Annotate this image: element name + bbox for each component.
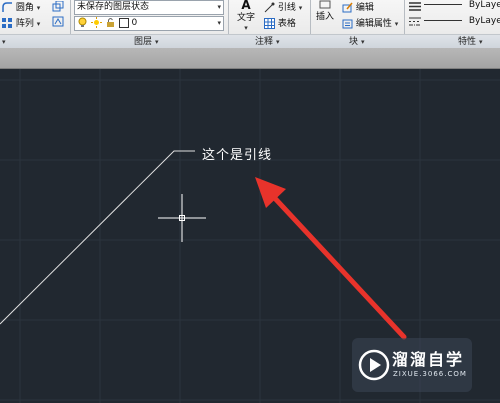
chevron-down-icon: ▾ (361, 37, 365, 46)
chevron-down-icon: ▾ (276, 37, 280, 46)
block-panel-title[interactable]: 块 ▾ (349, 35, 365, 48)
block-edit-button[interactable]: 编辑 (342, 0, 374, 13)
table-icon (264, 18, 275, 29)
line-preview (424, 20, 462, 21)
ribbon: 圆角 ▾ 阵列 ▾ 未保存的图层状态 ▾ 0 ▾ A 文字 ▾ 引线 ▾ 表格 … (0, 0, 500, 48)
edit-attributes-button[interactable]: 编辑属性 ▾ (342, 16, 398, 29)
fillet-icon (2, 2, 13, 13)
chevron-down-icon: ▾ (479, 37, 483, 46)
leader-icon (264, 2, 275, 13)
line-preview (424, 4, 462, 5)
fillet-button[interactable]: 圆角 ▾ (2, 0, 40, 13)
leader-annotation-text[interactable]: 这个是引线 (202, 144, 272, 163)
current-layer-dropdown[interactable]: 0 ▾ (74, 16, 224, 31)
chevron-down-icon[interactable]: ▾ (37, 4, 41, 12)
chevron-down-icon[interactable]: ▾ (299, 4, 303, 12)
edit-attributes-icon (342, 18, 353, 29)
insert-button[interactable]: 插入 (314, 0, 336, 22)
layer-color-swatch (118, 17, 129, 28)
properties-panel-title[interactable]: 特性 ▾ (458, 35, 483, 48)
chevron-down-icon: ▾ (155, 37, 159, 46)
red-arrow-annotation (255, 177, 407, 340)
text-button[interactable]: A 文字 ▾ (234, 0, 258, 33)
array-button[interactable]: 阵列 ▾ (2, 16, 40, 29)
lock-icon (105, 17, 116, 28)
watermark-title: 溜溜自学 (392, 350, 465, 369)
chevron-down-icon: ▾ (217, 3, 221, 11)
modify-tool-icon[interactable] (52, 0, 64, 15)
play-logo-icon (358, 349, 390, 381)
ribbon-panel-title-bar: ▾ 图层 ▾ 注释 ▾ 块 ▾ 特性 ▾ (0, 34, 500, 48)
modify-tool-icon[interactable] (52, 16, 64, 30)
chevron-down-icon[interactable]: ▾ (37, 20, 41, 28)
leader-line[interactable] (0, 150, 195, 325)
chevron-down-icon: ▾ (244, 24, 248, 32)
chevron-down-icon[interactable]: ▾ (395, 20, 399, 28)
file-tab-strip (0, 48, 500, 69)
watermark-url: ZIXUE.3066.COM (393, 370, 467, 378)
lightbulb-icon (77, 17, 88, 28)
watermark: 溜溜自学 ZIXUE.3066.COM (352, 338, 472, 392)
layer-state-dropdown[interactable]: 未保存的图层状态 ▾ (74, 0, 224, 15)
insert-icon (314, 0, 336, 9)
text-icon: A (241, 0, 251, 12)
block-edit-icon (342, 2, 353, 13)
modify-panel-expander[interactable]: ▾ (2, 35, 6, 48)
table-button[interactable]: 表格 (264, 16, 296, 29)
chevron-down-icon: ▾ (2, 37, 6, 46)
layers-panel-title[interactable]: 图层 ▾ (134, 35, 159, 48)
lineweight-icon[interactable] (409, 1, 421, 15)
leader-button[interactable]: 引线 ▾ (264, 0, 302, 13)
array-icon (2, 18, 13, 29)
chevron-down-icon: ▾ (217, 19, 221, 27)
lineweight-dropdown[interactable]: ByLaye (424, 16, 500, 29)
linetype-icon[interactable] (409, 16, 421, 30)
crosshair-cursor (158, 194, 206, 242)
annotation-panel-title[interactable]: 注释 ▾ (255, 35, 280, 48)
linetype-dropdown[interactable]: ByLaye (424, 0, 500, 13)
sun-icon (90, 17, 102, 28)
